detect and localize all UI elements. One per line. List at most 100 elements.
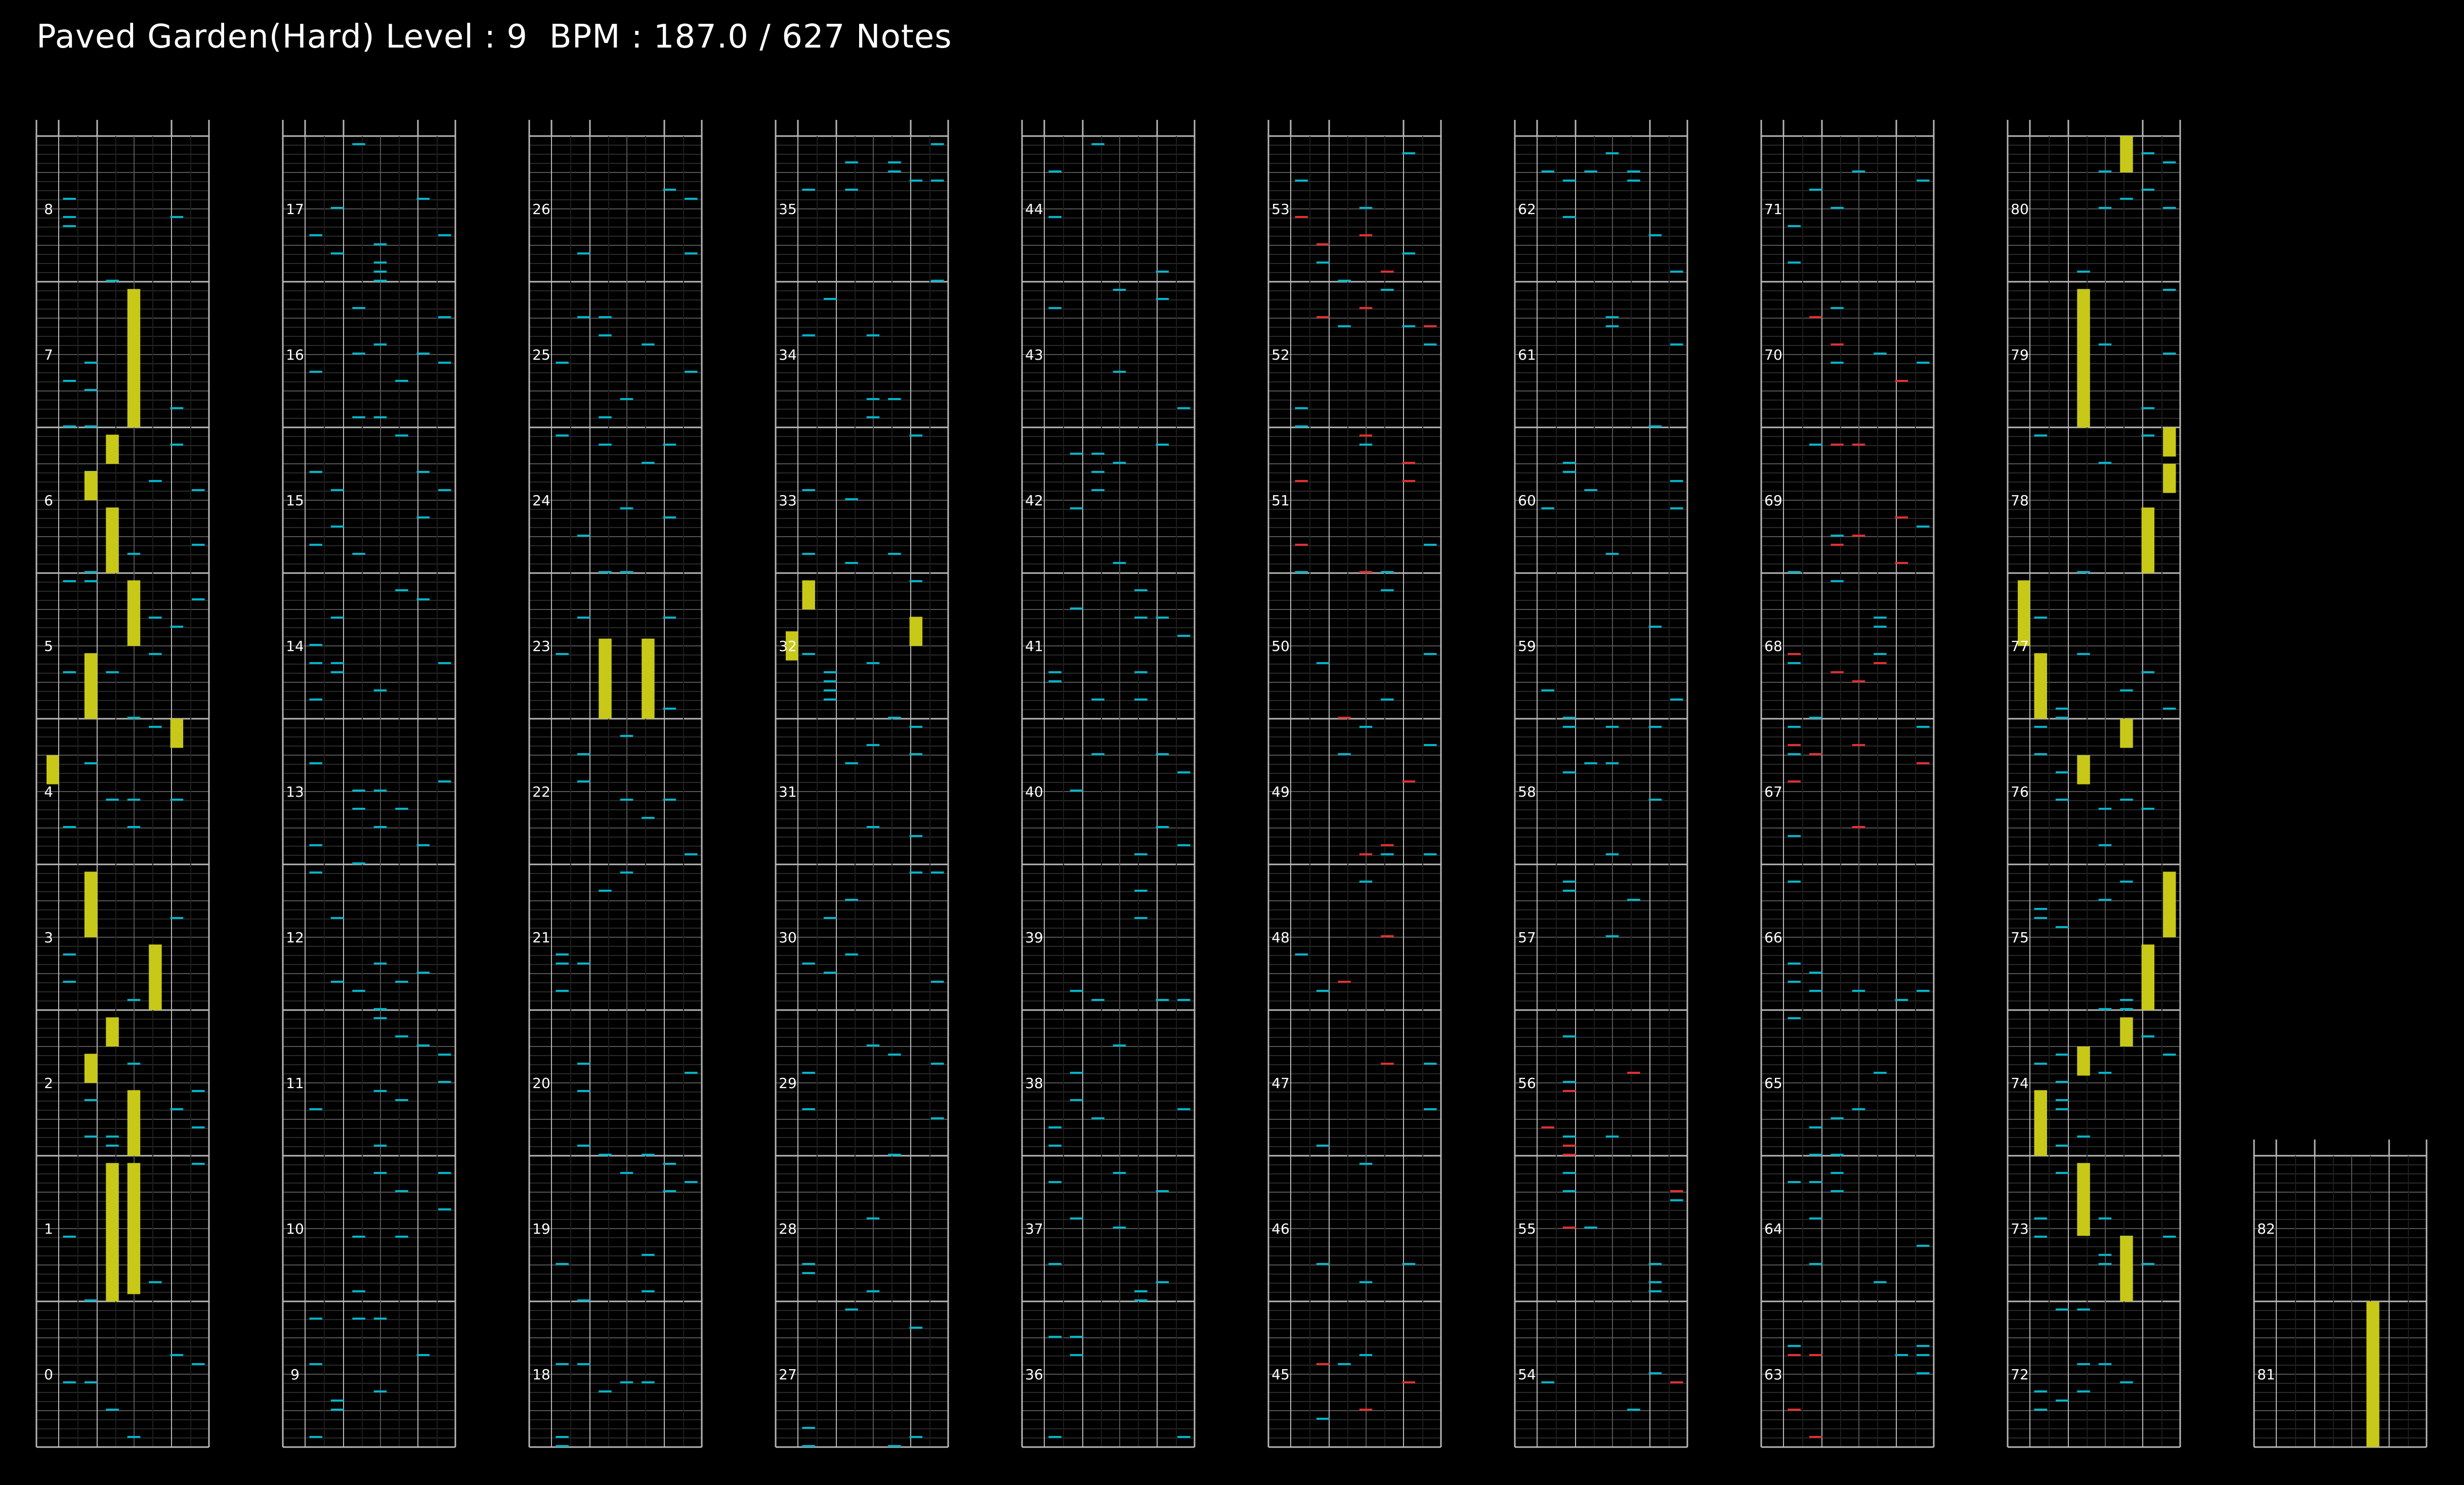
tap-note: [620, 799, 633, 801]
tap-note: [909, 753, 923, 755]
tap-note: [2034, 908, 2047, 910]
measure-number: 15: [286, 492, 304, 509]
long-note: [127, 289, 141, 427]
tap-note: [599, 1154, 612, 1156]
tap-note: [2055, 708, 2069, 710]
tap-note: [1091, 999, 1104, 1001]
tap-note: [309, 371, 322, 373]
tap-note: [2055, 1400, 2069, 1402]
tap-note: [2055, 717, 2069, 719]
tap-note: [2141, 189, 2155, 191]
tap-note: [1424, 1063, 1437, 1065]
tap-note: [1562, 1090, 1576, 1092]
tap-note: [63, 1236, 76, 1238]
tap-note: [1541, 689, 1554, 691]
tap-note: [802, 1427, 815, 1429]
tap-note: [556, 963, 569, 965]
tap-note: [106, 799, 119, 801]
tap-note: [1895, 562, 1908, 564]
tap-note: [373, 1172, 387, 1174]
tap-note: [149, 653, 162, 655]
tap-note: [1670, 480, 1683, 482]
tap-note: [1562, 216, 1576, 218]
tap-note: [438, 662, 451, 664]
tap-note: [2163, 1054, 2176, 1056]
tap-note: [1091, 471, 1104, 473]
tap-note: [373, 261, 387, 264]
tap-note: [1809, 972, 1822, 974]
tap-note: [1048, 671, 1061, 673]
tap-note: [1788, 1017, 1801, 1019]
tap-note: [685, 1181, 698, 1183]
tap-note: [866, 744, 880, 746]
tap-note: [1831, 580, 1844, 582]
tap-note: [802, 963, 815, 965]
tap-note: [1809, 1154, 1822, 1156]
tap-note: [2077, 1390, 2090, 1392]
tap-note: [1048, 1126, 1061, 1128]
measure-number: 52: [1271, 346, 1290, 363]
measure-number: 51: [1271, 492, 1290, 509]
tap-note: [1091, 753, 1104, 755]
tap-note: [2034, 1063, 2047, 1065]
tap-note: [1852, 680, 1865, 682]
tap-note: [1359, 726, 1373, 728]
tap-note: [888, 1054, 901, 1056]
tap-note: [556, 653, 569, 655]
long-note: [170, 719, 184, 748]
long-note: [2163, 427, 2176, 457]
tap-note: [1648, 1290, 1662, 1292]
tap-note: [395, 1099, 408, 1101]
tap-note: [373, 416, 387, 418]
measure-number: 39: [1025, 929, 1043, 946]
tap-note: [1381, 844, 1394, 846]
tap-note: [373, 343, 387, 345]
tap-note: [1113, 371, 1126, 373]
tap-note: [2141, 152, 2155, 154]
tap-note: [1562, 1154, 1576, 1156]
long-note: [2034, 653, 2047, 719]
long-note: [106, 507, 119, 573]
tap-note: [1316, 261, 1330, 264]
measure-number: 26: [532, 201, 550, 217]
long-note: [2120, 1236, 2133, 1301]
tap-note: [84, 389, 98, 391]
tap-note: [2077, 571, 2090, 573]
tap-note: [352, 143, 365, 145]
tap-note: [1091, 489, 1104, 491]
measure-number: 49: [1271, 783, 1290, 800]
tap-note: [395, 380, 408, 382]
measure-number: 59: [1518, 638, 1536, 654]
tap-note: [192, 1163, 205, 1165]
tap-note: [438, 362, 451, 364]
tap-note: [1852, 744, 1865, 746]
tap-note: [2163, 1236, 2176, 1238]
tap-note: [192, 1126, 205, 1128]
measure-number: 78: [2011, 492, 2029, 509]
tap-note: [1070, 1217, 1083, 1219]
tap-note: [1831, 1172, 1844, 1174]
tap-note: [1424, 744, 1437, 746]
tap-note: [577, 1299, 590, 1301]
tap-note: [1156, 444, 1169, 446]
tap-note: [309, 1108, 322, 1110]
tap-note: [1788, 653, 1801, 655]
measure-number: 62: [1518, 201, 1536, 217]
tap-note: [2098, 808, 2112, 810]
tap-note: [2055, 926, 2069, 928]
tap-note: [1402, 1381, 1416, 1383]
tap-note: [866, 1217, 880, 1219]
tap-note: [663, 444, 676, 446]
tap-note: [1648, 1281, 1662, 1283]
tap-note: [556, 1445, 569, 1447]
tap-note: [1605, 762, 1619, 764]
long-note: [2120, 1017, 2133, 1046]
measure-number: 70: [1764, 346, 1782, 363]
tap-note: [416, 471, 430, 473]
tap-note: [1381, 935, 1394, 937]
tap-note: [1895, 1354, 1908, 1356]
tap-note: [1134, 1299, 1148, 1301]
tap-note: [2141, 1263, 2155, 1265]
tap-note: [1605, 553, 1619, 555]
tap-note: [1562, 1081, 1576, 1083]
